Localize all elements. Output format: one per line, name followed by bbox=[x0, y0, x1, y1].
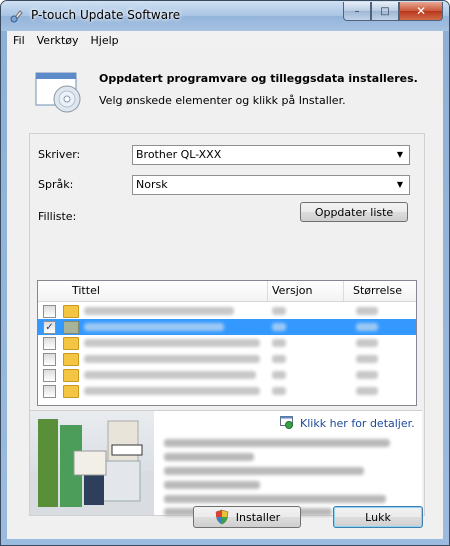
column-title[interactable]: Tittel bbox=[72, 284, 100, 297]
description-line bbox=[164, 467, 364, 475]
blurred-cell bbox=[84, 307, 234, 315]
row-checkbox[interactable]: ✓ bbox=[43, 321, 56, 334]
blurred-cell bbox=[356, 339, 378, 347]
title-bar[interactable]: P-touch Update Software – □ ✕ bbox=[1, 1, 449, 31]
product-photo bbox=[30, 411, 154, 515]
blurred-cell bbox=[84, 371, 256, 379]
shield-icon bbox=[215, 509, 229, 525]
folder-icon bbox=[63, 337, 79, 350]
file-list[interactable]: Tittel Versjon Størrelse ✓ bbox=[37, 280, 417, 406]
description-line bbox=[164, 495, 386, 503]
blurred-cell bbox=[272, 307, 286, 315]
blurred-cell bbox=[272, 339, 286, 347]
blurred-cell bbox=[84, 323, 224, 331]
menu-file[interactable]: Fil bbox=[7, 34, 31, 47]
printer-label: Skriver: bbox=[38, 148, 81, 161]
install-button-label: Installer bbox=[235, 510, 281, 524]
header-subtitle: Velg ønskede elementer og klikk på Insta… bbox=[99, 94, 346, 107]
table-row[interactable] bbox=[38, 383, 416, 399]
chevron-down-icon[interactable]: ▼ bbox=[393, 147, 407, 161]
table-row[interactable] bbox=[38, 335, 416, 351]
app-window: P-touch Update Software – □ ✕ Fil Verktø… bbox=[0, 0, 450, 546]
menu-tools[interactable]: Verktøy bbox=[31, 34, 85, 47]
update-list-button[interactable]: Oppdater liste bbox=[300, 202, 408, 222]
folder-icon bbox=[63, 385, 79, 398]
column-version[interactable]: Versjon bbox=[272, 284, 312, 297]
blurred-cell bbox=[84, 387, 260, 395]
blurred-cell bbox=[84, 339, 260, 347]
chevron-down-icon[interactable]: ▼ bbox=[393, 177, 407, 191]
table-row[interactable] bbox=[38, 303, 416, 319]
printer-select[interactable]: Brother QL-XXX ▼ bbox=[132, 145, 410, 165]
blurred-cell bbox=[356, 323, 378, 331]
folder-icon bbox=[63, 305, 79, 318]
language-label: Språk: bbox=[38, 178, 74, 191]
folder-icon bbox=[63, 369, 79, 382]
description-line bbox=[164, 439, 390, 447]
details-icon[interactable] bbox=[280, 416, 294, 429]
blurred-cell bbox=[272, 371, 286, 379]
menu-bar: Fil Verktøy Hjelp bbox=[7, 31, 443, 51]
details-link[interactable]: Klikk her for detaljer. bbox=[300, 417, 415, 430]
row-checkbox[interactable] bbox=[43, 305, 56, 318]
close-button[interactable]: Lukk bbox=[333, 506, 423, 528]
folder-icon bbox=[63, 353, 79, 366]
printer-value: Brother QL-XXX bbox=[136, 148, 222, 161]
software-cd-icon bbox=[35, 72, 81, 113]
table-row[interactable] bbox=[38, 351, 416, 367]
file-list-header: Tittel Versjon Størrelse bbox=[38, 281, 416, 302]
row-checkbox[interactable] bbox=[43, 369, 56, 382]
details-preview: Klikk her for detaljer. bbox=[30, 410, 422, 516]
row-checkbox[interactable] bbox=[43, 353, 56, 366]
menu-help[interactable]: Hjelp bbox=[85, 34, 125, 47]
table-row[interactable]: ✓ bbox=[38, 319, 416, 335]
blurred-cell bbox=[356, 355, 378, 363]
filelist-label: Filliste: bbox=[38, 210, 77, 223]
language-select[interactable]: Norsk ▼ bbox=[132, 175, 410, 195]
maximize-button[interactable]: □ bbox=[371, 2, 399, 21]
blurred-cell bbox=[272, 323, 286, 331]
row-checkbox[interactable] bbox=[43, 337, 56, 350]
settings-panel: Skriver: Brother QL-XXX ▼ Språk: Norsk ▼… bbox=[29, 133, 425, 516]
description-line bbox=[164, 481, 260, 489]
blurred-cell bbox=[356, 387, 378, 395]
blurred-cell bbox=[84, 355, 260, 363]
minimize-button[interactable]: – bbox=[343, 2, 371, 21]
row-checkbox[interactable] bbox=[43, 385, 56, 398]
table-row[interactable] bbox=[38, 367, 416, 383]
dialog-body: Oppdatert programvare og tilleggsdata in… bbox=[7, 50, 443, 539]
language-value: Norsk bbox=[136, 178, 168, 191]
app-icon bbox=[10, 10, 23, 23]
blurred-cell bbox=[272, 387, 286, 395]
blurred-cell bbox=[356, 307, 378, 315]
blurred-cell bbox=[272, 355, 286, 363]
folder-icon bbox=[63, 321, 79, 334]
blurred-cell bbox=[356, 371, 378, 379]
close-window-button[interactable]: ✕ bbox=[399, 2, 443, 21]
header-title: Oppdatert programvare og tilleggsdata in… bbox=[99, 72, 418, 85]
description-line bbox=[164, 453, 254, 461]
window-title: P-touch Update Software bbox=[31, 8, 181, 22]
column-size[interactable]: Størrelse bbox=[353, 284, 402, 297]
install-button[interactable]: Installer bbox=[193, 506, 301, 528]
